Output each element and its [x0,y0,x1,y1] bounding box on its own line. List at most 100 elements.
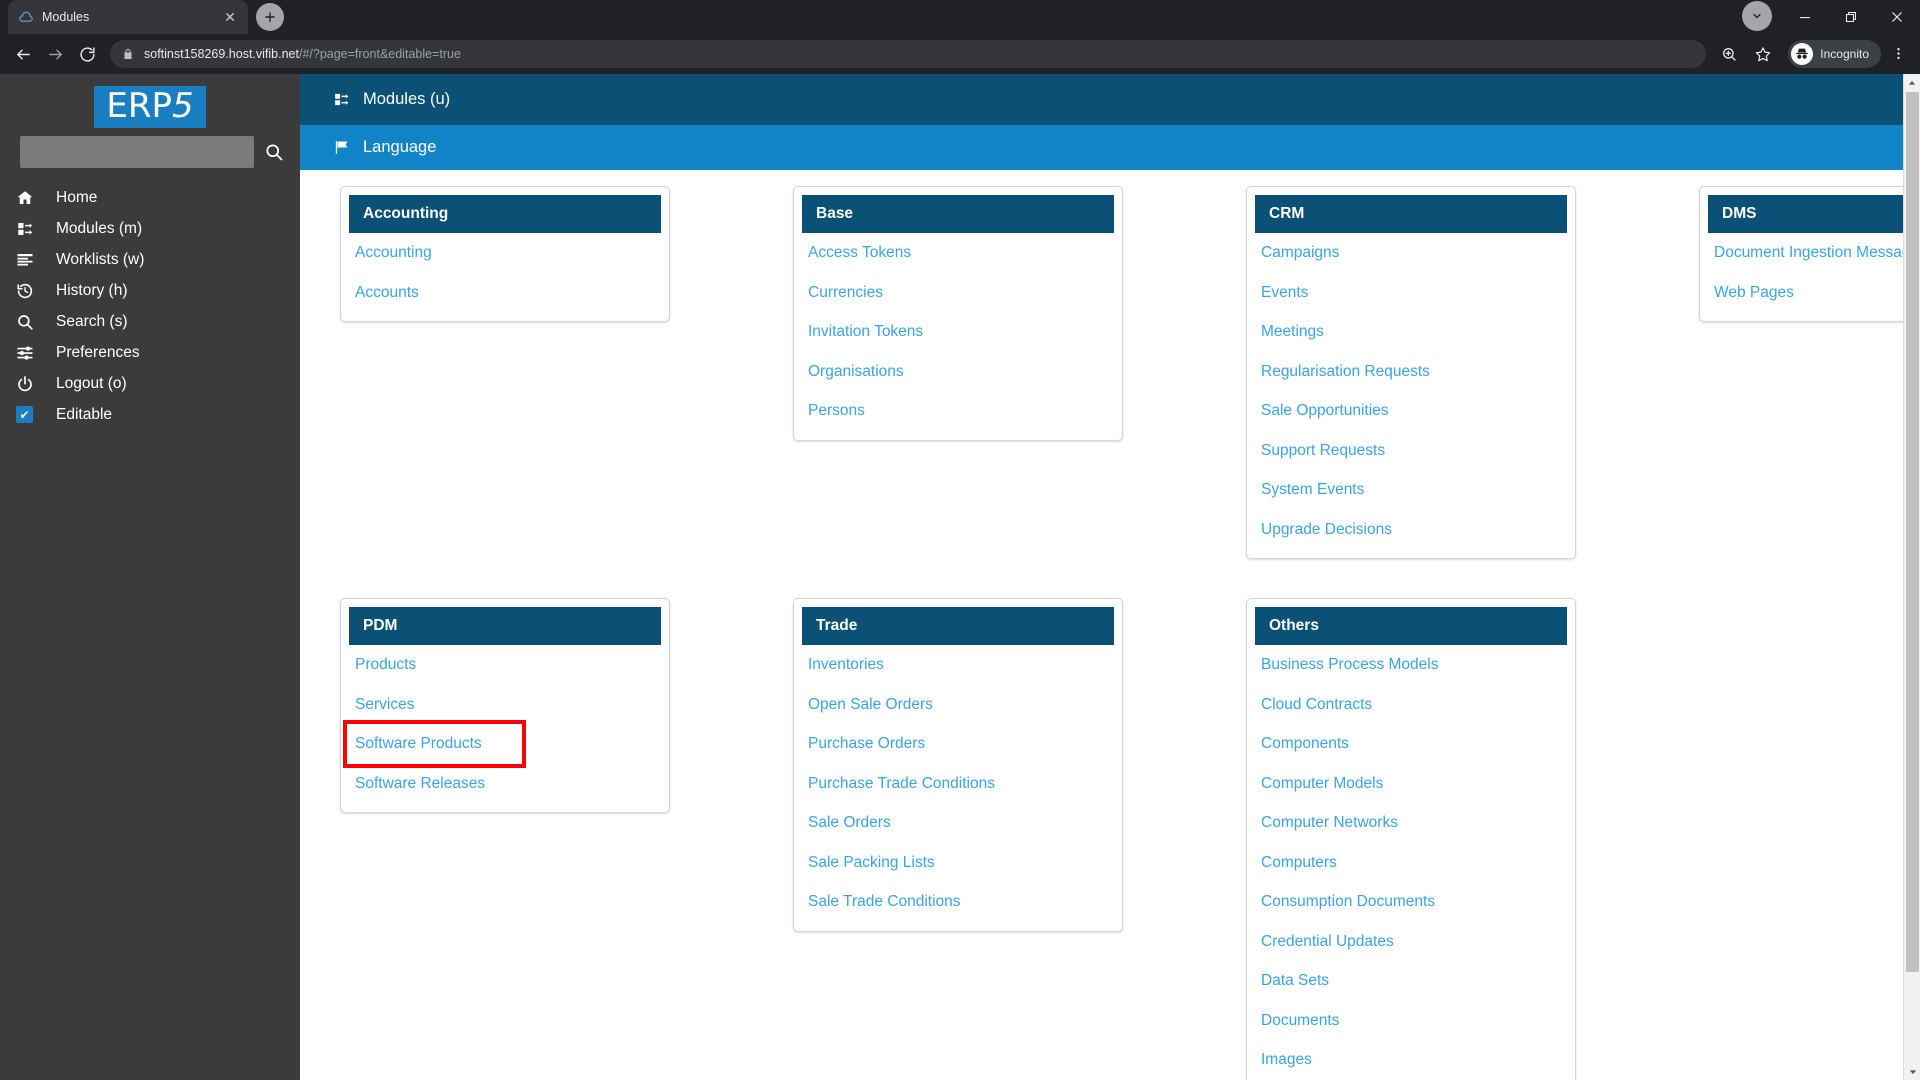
module-link[interactable]: Support Requests [1261,431,1575,471]
module-link[interactable]: Software Releases [355,764,669,804]
module-link[interactable]: Computer Networks [1261,803,1575,843]
module-link-software-products[interactable]: Software Products [343,720,526,768]
address-bar[interactable]: softinst158269.host.vifib.net/#/?page=fr… [110,40,1707,68]
back-arrow-icon[interactable] [8,39,38,69]
module-link[interactable]: Consumption Documents [1261,882,1575,922]
modules-icon [16,220,56,238]
module-link[interactable]: Access Tokens [808,233,1122,273]
module-link[interactable]: Data Sets [1261,961,1575,1001]
erp5-logo[interactable]: ERP5 [0,86,300,129]
logo-accent: 5 [171,86,194,126]
checkbox-checked-icon: ✔ [16,406,33,424]
module-link[interactable]: Sale Trade Conditions [808,882,1122,922]
module-cards-grid: Accounting Accounting Accounts Base Acce… [300,170,1920,1080]
minimize-button[interactable] [1782,0,1828,34]
language-header-label: Language [363,138,437,156]
module-link[interactable]: Images [1261,1040,1575,1080]
cloud-icon [18,9,34,25]
module-link[interactable]: Meetings [1261,312,1575,352]
module-link[interactable]: Events [1261,273,1575,313]
history-icon [16,282,56,300]
profile-chevron-button[interactable] [1742,1,1772,31]
module-link[interactable]: Products [355,645,669,685]
module-card-pdm: PDM Products Services Software Products … [340,598,670,813]
new-tab-button[interactable] [256,3,284,31]
card-title: Trade [802,607,1114,645]
module-link[interactable]: Upgrade Decisions [1261,510,1575,550]
module-link[interactable]: Purchase Orders [808,724,1122,764]
module-link[interactable]: Sale Packing Lists [808,843,1122,883]
module-link[interactable]: Regularisation Requests [1261,352,1575,392]
page-scrollbar[interactable] [1903,74,1920,1080]
modules-header-bar[interactable]: Modules (u) [300,74,1920,125]
reload-icon[interactable] [72,39,102,69]
browser-tab[interactable]: Modules ✕ [8,0,248,34]
module-link[interactable]: System Events [1261,470,1575,510]
card-title: PDM [349,607,661,645]
sidebar-item-home[interactable]: Home [0,182,300,213]
zoom-in-icon[interactable] [1714,39,1744,69]
scroll-up-arrow-icon[interactable] [1904,74,1920,91]
sidebar-item-modules[interactable]: Modules (m) [0,213,300,244]
card-link-list: Accounting Accounts [341,233,669,312]
sidebar-item-worklists[interactable]: Worklists (w) [0,244,300,275]
scrollbar-thumb[interactable] [1906,92,1919,972]
card-link-list: Inventories Open Sale Orders Purchase Or… [794,645,1122,922]
module-link[interactable]: Services [355,685,669,725]
main-content: Modules (u) Language Accounting Accounti… [300,74,1920,1080]
close-window-button[interactable] [1874,0,1920,34]
language-header-bar[interactable]: Language [300,125,1920,170]
editable-checkbox[interactable]: ✔ [16,406,56,424]
url-path: /#/?page=front&editable=true [298,47,461,61]
module-link[interactable]: Cloud Contracts [1261,685,1575,725]
module-link[interactable]: Purchase Trade Conditions [808,764,1122,804]
module-link[interactable]: Computers [1261,843,1575,883]
star-icon[interactable] [1748,39,1778,69]
module-link[interactable]: Accounting [355,233,669,273]
modules-header-label: Modules (u) [363,90,451,108]
incognito-indicator[interactable]: Incognito [1788,40,1881,68]
module-link[interactable]: Campaigns [1261,233,1575,273]
scroll-down-arrow-icon[interactable] [1904,1063,1920,1080]
sliders-icon [16,344,56,362]
sidebar-item-editable[interactable]: ✔ Editable [0,399,300,430]
card-title: Others [1255,607,1567,645]
module-link[interactable]: Invitation Tokens [808,312,1122,352]
sidebar-search-row [0,136,300,169]
forward-arrow-icon[interactable] [40,39,70,69]
module-link[interactable]: Document Ingestion Messages [1714,233,1920,273]
module-link[interactable]: Sale Orders [808,803,1122,843]
browser-window: Modules ✕ softinst158269.host.vifib.net/… [0,0,1920,1080]
sidebar-item-label: History (h) [56,281,128,299]
sidebar-item-label: Home [56,188,98,206]
module-link[interactable]: Documents [1261,1001,1575,1041]
sidebar-item-preferences[interactable]: Preferences [0,337,300,368]
module-link[interactable]: Sale Opportunities [1261,391,1575,431]
card-link-list: Products Services Software Products Soft… [341,645,669,803]
module-link[interactable]: Web Pages [1714,273,1920,313]
module-link[interactable]: Currencies [808,273,1122,313]
incognito-label: Incognito [1820,47,1869,61]
module-link[interactable]: Business Process Models [1261,645,1575,685]
sidebar-item-history[interactable]: History (h) [0,275,300,306]
search-icon[interactable] [264,142,284,162]
module-link[interactable]: Accounts [355,273,669,313]
card-row: PDM Products Services Software Products … [340,598,1920,1080]
close-icon[interactable]: ✕ [222,10,238,24]
module-link[interactable]: Organisations [808,352,1122,392]
module-link[interactable]: Open Sale Orders [808,685,1122,725]
kebab-menu-icon[interactable] [1885,46,1912,63]
card-link-list: Business Process Models Cloud Contracts … [1247,645,1575,1080]
module-link[interactable]: Credential Updates [1261,922,1575,962]
sidebar-item-label: Preferences [56,343,140,361]
module-link[interactable]: Persons [808,391,1122,431]
module-card-accounting: Accounting Accounting Accounts [340,186,670,322]
module-link[interactable]: Inventories [808,645,1122,685]
sidebar-item-logout[interactable]: Logout (o) [0,368,300,399]
sidebar-item-search[interactable]: Search (s) [0,306,300,337]
card-link-list: Campaigns Events Meetings Regularisation… [1247,233,1575,549]
maximize-restore-button[interactable] [1828,0,1874,34]
module-link[interactable]: Components [1261,724,1575,764]
search-input[interactable] [20,136,254,169]
module-link[interactable]: Computer Models [1261,764,1575,804]
